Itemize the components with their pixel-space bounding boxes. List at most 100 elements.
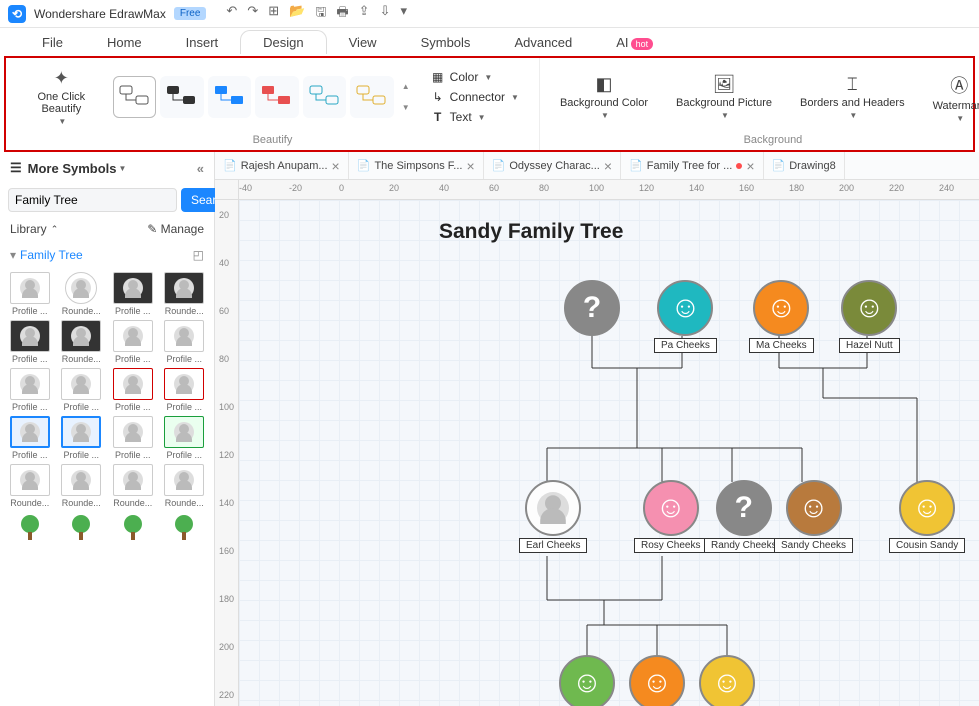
character-avatar-icon: ☺ [559, 655, 615, 706]
theme-more-icon[interactable]: ▼ [402, 103, 410, 112]
shape-thumb [10, 272, 50, 304]
tree-node[interactable]: ? [564, 280, 620, 336]
shape-item[interactable]: Rounde... [161, 464, 209, 508]
shape-item[interactable]: Rounde... [6, 464, 54, 508]
menu-file[interactable]: File [20, 31, 85, 54]
tree-node[interactable]: ☺ [629, 655, 685, 706]
shape-item[interactable]: Rounde... [109, 464, 157, 508]
menu-home[interactable]: Home [85, 31, 164, 54]
shape-label: Profile ... [63, 402, 99, 412]
new-icon[interactable]: ⊞ [268, 3, 279, 25]
shape-item[interactable]: Rounde... [58, 272, 106, 316]
print-icon[interactable]: 🖶 [336, 3, 348, 25]
shape-label: Profile ... [63, 450, 99, 460]
theme-option-1[interactable] [113, 76, 157, 118]
one-click-beautify-button[interactable]: ✦ One Click Beautify ▼ [14, 64, 109, 130]
library-label[interactable]: Library [10, 222, 47, 236]
shape-item[interactable] [109, 512, 157, 546]
shape-item[interactable]: Rounde... [161, 272, 209, 316]
shape-item[interactable]: Rounde... [58, 320, 106, 364]
close-tab-icon[interactable]: × [746, 158, 754, 174]
menu-view[interactable]: View [327, 31, 399, 54]
tree-node[interactable]: ☺Rosy Cheeks [634, 480, 707, 553]
doc-tab[interactable]: 📄Drawing8 [764, 152, 845, 179]
tree-node[interactable]: ☺Ma Cheeks [749, 280, 814, 353]
diagram-title[interactable]: Sandy Family Tree [439, 220, 623, 244]
save-icon[interactable]: 🖫 [315, 3, 326, 25]
symbol-search-input[interactable] [8, 188, 177, 212]
chevron-up-icon[interactable]: ⌃ [51, 224, 59, 235]
doc-tab[interactable]: 📄Rajesh Anupam...× [215, 152, 349, 179]
shape-item[interactable] [58, 512, 106, 546]
shape-item[interactable] [6, 512, 54, 546]
shape-item[interactable]: Profile ... [6, 368, 54, 412]
tree-node[interactable]: ☺Hazel Nutt [839, 280, 900, 353]
chevron-down-icon[interactable]: ▼ [119, 164, 127, 173]
shape-item[interactable]: Profile ... [58, 368, 106, 412]
borders-headers-button[interactable]: ⌶Borders and Headers▼ [788, 70, 917, 124]
tree-node[interactable]: ?Randy Cheeks [704, 480, 784, 553]
shape-item[interactable]: Profile ... [109, 368, 157, 412]
theme-scroll-up-icon[interactable]: ▲ [402, 82, 410, 91]
background-color-button[interactable]: ◧Background Color▼ [548, 70, 660, 124]
shape-item[interactable]: Profile ... [161, 320, 209, 364]
canvas[interactable]: Sandy Family Tree ? ☺Pa Cheeks ☺Ma Cheeks ☺… [239, 200, 979, 706]
shape-item[interactable]: Profile ... [109, 272, 157, 316]
background-picture-button[interactable]: 🖼Background Picture▼ [664, 70, 784, 124]
family-tree-section[interactable]: ▾ Family Tree ◰ [0, 242, 214, 268]
shape-item[interactable]: Profile ... [161, 416, 209, 460]
shape-item[interactable]: Profile ... [6, 272, 54, 316]
menu-ai[interactable]: AIhot [594, 31, 675, 54]
theme-option-5[interactable] [303, 76, 346, 118]
shape-item[interactable] [161, 512, 209, 546]
menu-symbols[interactable]: Symbols [399, 31, 493, 54]
shape-thumb [113, 320, 153, 352]
tree-node[interactable]: ☺ [699, 655, 755, 706]
theme-option-6[interactable] [350, 76, 393, 118]
close-tab-icon[interactable]: × [332, 158, 340, 174]
theme-option-2[interactable] [160, 76, 203, 118]
import-icon[interactable]: ⇩ [380, 3, 391, 25]
close-tab-icon[interactable]: × [604, 158, 612, 174]
theme-option-3[interactable] [208, 76, 251, 118]
shape-item[interactable]: Profile ... [58, 416, 106, 460]
shape-label: Rounde... [165, 306, 204, 316]
shape-item[interactable]: Rounde... [58, 464, 106, 508]
chevron-down-icon[interactable]: ▼ [58, 117, 66, 126]
vertical-ruler: 20406080100120140160180200220 [215, 200, 239, 706]
qat-more-icon[interactable]: ▾ [400, 3, 407, 25]
theme-option-4[interactable] [255, 76, 298, 118]
menu-insert[interactable]: Insert [164, 31, 241, 54]
shape-label: Profile ... [115, 450, 151, 460]
color-dropdown[interactable]: ▦Color▼ [426, 68, 523, 86]
redo-icon[interactable]: ↷ [247, 3, 258, 25]
menu-advanced[interactable]: Advanced [492, 31, 594, 54]
more-symbols-title[interactable]: More Symbols [28, 161, 117, 176]
undo-icon[interactable]: ↶ [226, 3, 237, 25]
manage-library-button[interactable]: ✎ Manage [147, 222, 204, 236]
shape-item[interactable]: Profile ... [6, 416, 54, 460]
doc-tab[interactable]: 📄Odyssey Charac...× [484, 152, 621, 179]
tree-node[interactable]: ☺ [559, 655, 615, 706]
connector-dropdown[interactable]: ↳Connector▼ [426, 88, 523, 106]
watermark-button[interactable]: ⒶWatermark▼ [921, 68, 979, 127]
character-avatar-icon: ☺ [643, 480, 699, 536]
shape-item[interactable]: Profile ... [161, 368, 209, 412]
shape-thumb [10, 416, 50, 448]
tree-node[interactable]: Earl Cheeks [519, 480, 587, 553]
collapse-panel-icon[interactable]: « [197, 161, 204, 176]
shape-label: Profile ... [115, 402, 151, 412]
tree-node[interactable]: ☺Cousin Sandy [889, 480, 965, 553]
doc-tab[interactable]: 📄Family Tree for ...× [621, 152, 763, 179]
menu-design[interactable]: Design [240, 30, 326, 54]
open-icon[interactable]: 📂 [289, 3, 305, 25]
tree-node[interactable]: ☺Sandy Cheeks [774, 480, 853, 553]
shape-item[interactable]: Profile ... [109, 320, 157, 364]
shape-item[interactable]: Profile ... [6, 320, 54, 364]
export-icon[interactable]: ⇪ [359, 3, 370, 25]
shape-item[interactable]: Profile ... [109, 416, 157, 460]
text-dropdown[interactable]: TText▼ [426, 108, 523, 126]
tree-node[interactable]: ☺Pa Cheeks [654, 280, 717, 353]
close-tab-icon[interactable]: × [466, 158, 474, 174]
doc-tab[interactable]: 📄The Simpsons F...× [349, 152, 484, 179]
